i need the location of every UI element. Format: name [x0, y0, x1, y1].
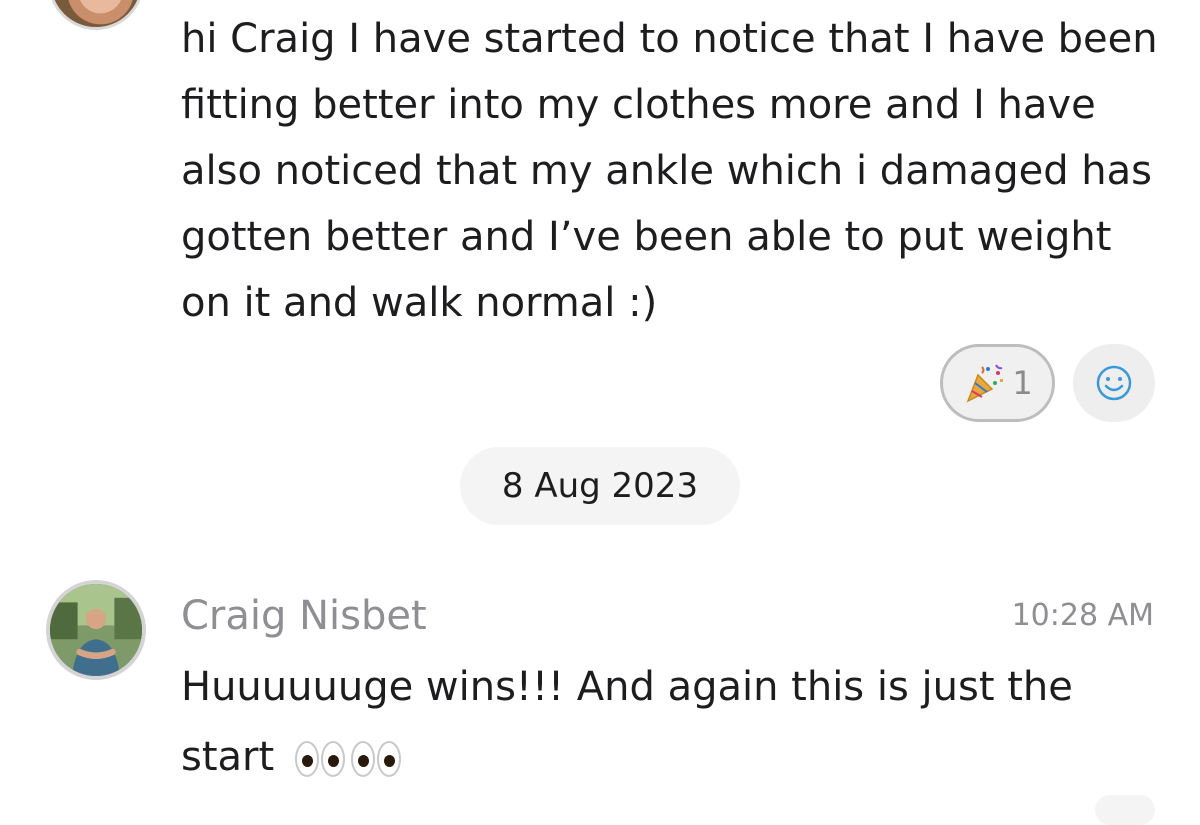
- eyes-emoji-icon: [294, 741, 407, 777]
- party-popper-icon: [962, 361, 1006, 405]
- reaction-button-partial[interactable]: [1095, 795, 1155, 825]
- add-reaction-button[interactable]: [1073, 344, 1155, 422]
- reaction-count: 1: [1012, 364, 1033, 402]
- message-text: hi Craig I have started to notice that I…: [181, 16, 1158, 326]
- message-timestamp: 10:28 AM: [1011, 598, 1154, 633]
- craig-avatar[interactable]: [46, 580, 146, 680]
- smiley-face-icon: [1092, 361, 1136, 405]
- message-text: Huuuuuuge wins!!! And again this is just…: [181, 652, 1141, 792]
- date-separator: 8 Aug 2023: [460, 447, 740, 525]
- reaction-party-popper-button[interactable]: 1: [940, 344, 1055, 422]
- sender-name[interactable]: Craig Nisbet: [181, 590, 427, 642]
- sender-avatar[interactable]: [48, 0, 144, 30]
